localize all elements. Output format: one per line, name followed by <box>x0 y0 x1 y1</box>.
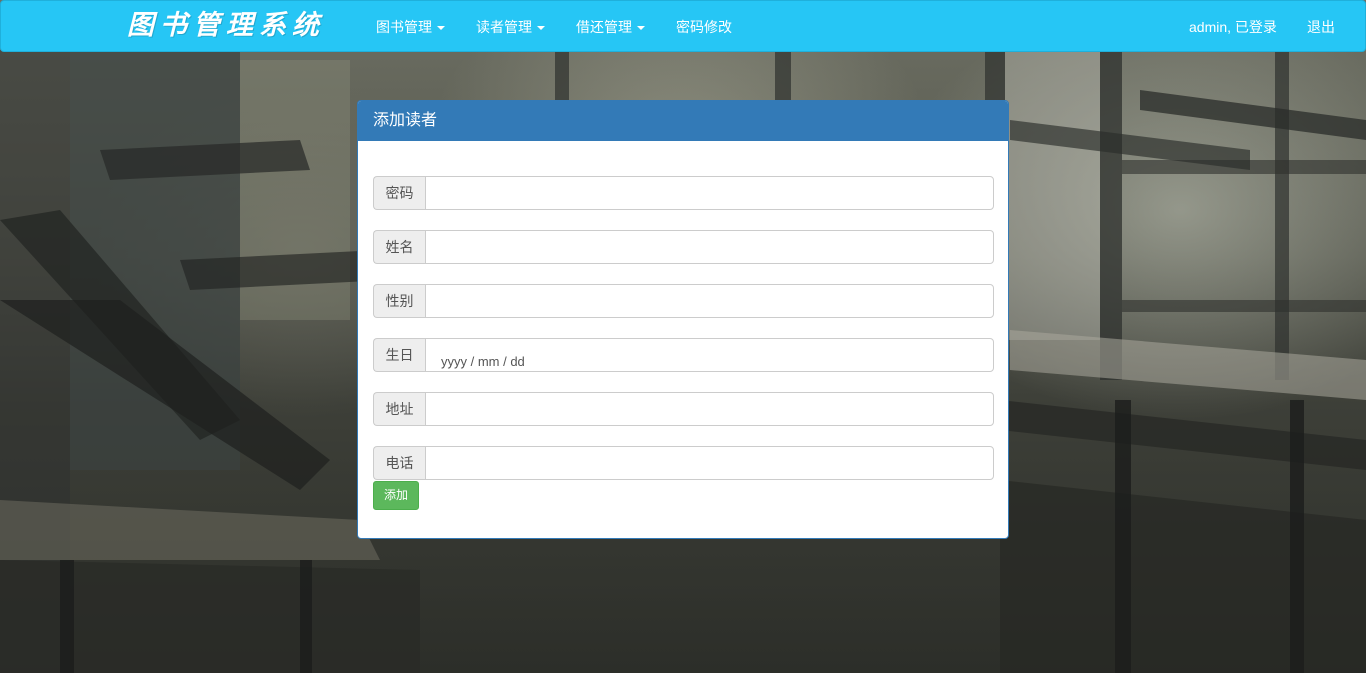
add-reader-panel: 添加读者 密码 姓名 性别 生日 yyyy / mm / dd 地址 电话 添加 <box>357 100 1009 539</box>
name-input[interactable] <box>425 230 994 264</box>
nav-borrow-return-management[interactable]: 借还管理 <box>576 1 645 53</box>
password-label: 密码 <box>373 176 425 210</box>
panel-title: 添加读者 <box>358 101 1008 141</box>
nav-reader-management-label: 读者管理 <box>476 19 532 35</box>
address-label: 地址 <box>373 392 425 426</box>
nav-password-change[interactable]: 密码修改 <box>676 1 732 53</box>
phone-label: 电话 <box>373 446 425 480</box>
address-input[interactable] <box>425 392 994 426</box>
nav-book-management-label: 图书管理 <box>376 19 432 35</box>
brand-logo[interactable]: 图书管理系统 <box>127 7 325 45</box>
nav-reader-management[interactable]: 读者管理 <box>476 1 545 53</box>
caret-down-icon <box>537 26 545 31</box>
user-status[interactable]: admin, 已登录 <box>1189 1 1277 53</box>
gender-input[interactable] <box>425 284 994 318</box>
gender-label: 性别 <box>373 284 425 318</box>
birthday-label: 生日 <box>373 338 425 372</box>
caret-down-icon <box>637 26 645 31</box>
phone-field-group: 电话 <box>373 446 994 480</box>
name-field-group: 姓名 <box>373 230 994 264</box>
address-field-group: 地址 <box>373 392 994 426</box>
nav-book-management[interactable]: 图书管理 <box>376 1 445 53</box>
password-input[interactable] <box>425 176 994 210</box>
birthday-field-group: 生日 yyyy / mm / dd <box>373 338 994 372</box>
nav-borrow-return-label: 借还管理 <box>576 19 632 35</box>
add-reader-button[interactable]: 添加 <box>373 481 419 510</box>
caret-down-icon <box>437 26 445 31</box>
logout-link[interactable]: 退出 <box>1307 1 1335 53</box>
birthday-date-input[interactable]: yyyy / mm / dd <box>425 338 994 372</box>
top-navbar: 图书管理系统 图书管理 读者管理 借还管理 密码修改 admin, 已登录 退出 <box>0 0 1366 52</box>
phone-input[interactable] <box>425 446 994 480</box>
birthday-date-placeholder: yyyy / mm / dd <box>441 354 525 369</box>
nav-password-change-label: 密码修改 <box>676 19 732 35</box>
gender-field-group: 性别 <box>373 284 994 318</box>
password-field-group: 密码 <box>373 176 994 210</box>
name-label: 姓名 <box>373 230 425 264</box>
